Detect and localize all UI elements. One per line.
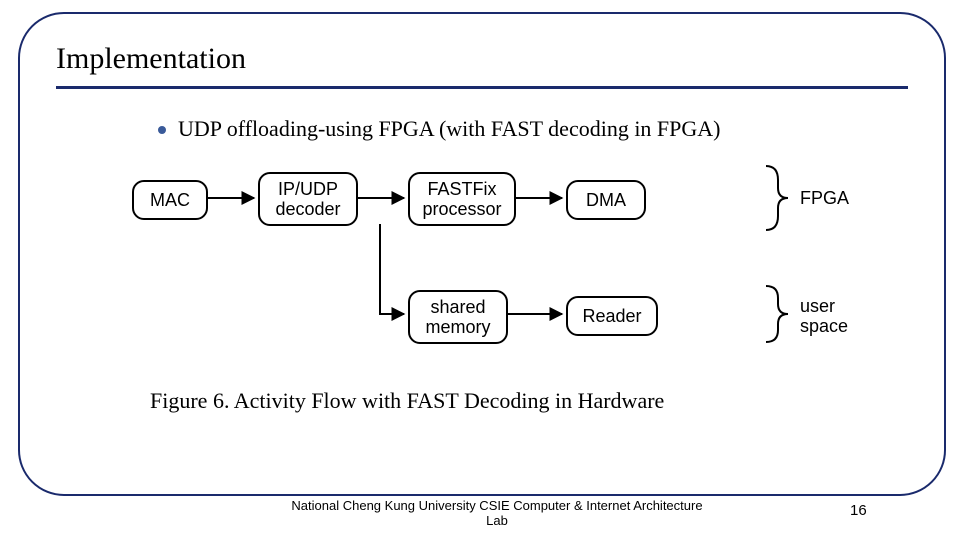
bullet-text: UDP offloading-using FPGA (with FAST dec… xyxy=(178,116,721,142)
group-label-user-line2: space xyxy=(800,316,848,337)
node-ipudp: IP/UDP decoder xyxy=(258,172,358,226)
node-ipudp-line2: decoder xyxy=(275,199,340,219)
group-label-fpga: FPGA xyxy=(800,188,849,209)
figure-caption: Figure 6. Activity Flow with FAST Decodi… xyxy=(150,388,664,414)
node-ipudp-line1: IP/UDP xyxy=(278,179,338,199)
node-shared-line2: memory xyxy=(425,317,490,337)
title-underline xyxy=(56,86,908,89)
node-reader-label: Reader xyxy=(582,306,641,326)
group-label-user-line1: user xyxy=(800,296,835,317)
page-number: 16 xyxy=(850,502,867,519)
slide-title: Implementation xyxy=(56,42,246,76)
node-fastfix-line2: processor xyxy=(422,199,501,219)
footer-text: National Cheng Kung University CSIE Comp… xyxy=(282,498,712,528)
node-fastfix-line1: FASTFix xyxy=(427,179,496,199)
node-mac-label: MAC xyxy=(150,190,190,210)
node-fastfix: FASTFix processor xyxy=(408,172,516,226)
node-reader: Reader xyxy=(566,296,658,336)
node-mac: MAC xyxy=(132,180,208,220)
node-shared-memory: shared memory xyxy=(408,290,508,344)
node-shared-line1: shared xyxy=(430,297,485,317)
node-dma: DMA xyxy=(566,180,646,220)
node-dma-label: DMA xyxy=(586,190,626,210)
slide-frame xyxy=(18,12,946,496)
bullet-icon xyxy=(158,126,166,134)
